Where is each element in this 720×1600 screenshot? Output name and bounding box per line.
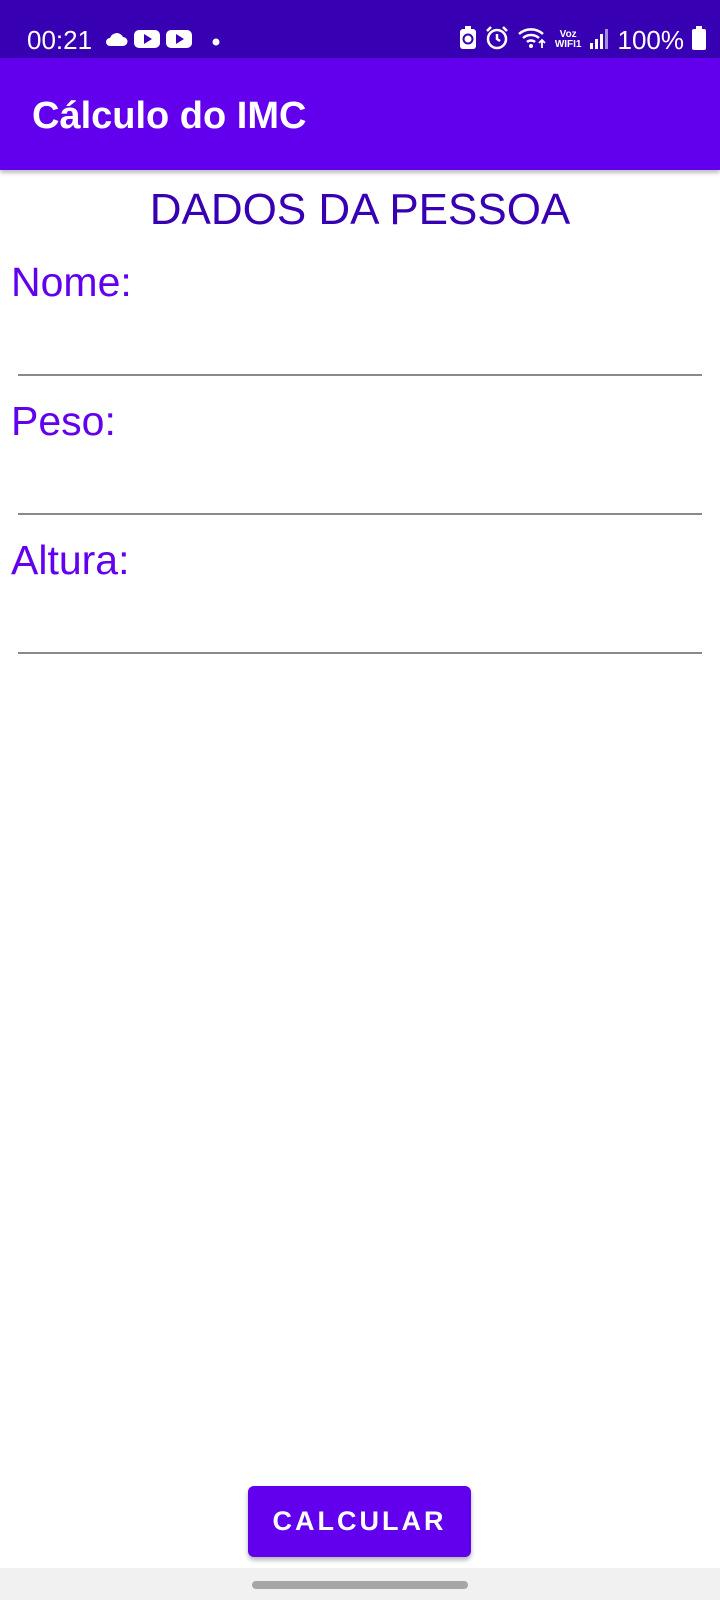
- navigation-bar: [0, 1568, 720, 1600]
- status-bar: 00:21 Voz WIFI1 100%: [0, 0, 720, 58]
- voz-wifi-label: Voz WIFI1: [555, 30, 582, 50]
- weight-label: Peso:: [11, 398, 116, 444]
- wifi1-text: WIFI1: [554, 39, 582, 50]
- alarm-icon: [485, 25, 509, 55]
- wifi-icon: [517, 26, 547, 55]
- height-input[interactable]: [18, 598, 702, 654]
- section-title: DADOS DA PESSOA: [149, 185, 571, 234]
- screen: 00:21 Voz WIFI1 100% Cálculo do IMC DADO…: [0, 0, 720, 1600]
- dot-icon: [212, 33, 220, 51]
- weight-input[interactable]: [18, 459, 702, 515]
- notification-icons: [104, 30, 220, 53]
- status-time: 00:21: [27, 25, 93, 55]
- calculate-button[interactable]: CALCULAR: [248, 1486, 471, 1557]
- system-status-icons: Voz WIFI1 100%: [459, 24, 706, 56]
- app-bar: Cálculo do IMC: [0, 58, 720, 170]
- youtube-icon: [134, 30, 160, 53]
- app-title: Cálculo do IMC: [32, 95, 307, 137]
- gesture-handle[interactable]: [252, 1581, 468, 1589]
- battery-saver-icon: [459, 25, 477, 55]
- cloud-icon: [104, 31, 128, 52]
- height-label: Altura:: [11, 537, 130, 583]
- battery-percentage: 100%: [617, 25, 685, 55]
- name-label: Nome:: [11, 259, 132, 305]
- youtube-icon: [166, 30, 192, 53]
- name-input[interactable]: [18, 320, 702, 376]
- signal-icon: [589, 27, 610, 54]
- battery-icon: [692, 25, 706, 55]
